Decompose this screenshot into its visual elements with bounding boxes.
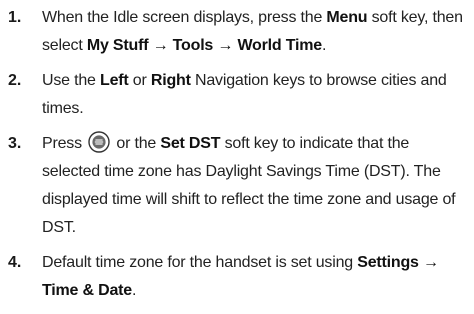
step-text-run: Use the (42, 72, 100, 89)
steps-list: 1. When the Idle screen displays, press … (8, 4, 466, 305)
step-number: 1. (8, 9, 22, 26)
step-number: 4. (8, 254, 22, 271)
step-text-run: . (321, 37, 327, 54)
step-text: Default time zone for the handset is set… (42, 249, 466, 305)
step-2: 2. Use the Left or Right Navigation keys… (8, 67, 466, 123)
step-text: Use the Left or Right Navigation keys to… (42, 67, 466, 123)
step-text: Press or the Set DST soft key to indicat… (42, 130, 466, 242)
step-4: 4. Default time zone for the handset is … (8, 249, 466, 305)
step-text-run: or the (112, 135, 161, 152)
arrow-glyph: → (418, 254, 439, 271)
step-1: 1. When the Idle screen displays, press … (8, 4, 466, 60)
step-text-run: Default time zone for the handset is set… (42, 254, 358, 271)
arrow-glyph: → (213, 37, 238, 54)
step-text-run: Press (42, 135, 87, 152)
step-text-run: . (131, 282, 137, 299)
right-key-label: Right (150, 72, 191, 89)
arrow-glyph: → (148, 37, 173, 54)
step-text: When the Idle screen displays, press the… (42, 4, 466, 60)
step-text-run: When the Idle screen displays, press the (42, 9, 327, 26)
world-time-label: World Time (237, 37, 322, 54)
step-number: 2. (8, 72, 22, 89)
tools-label: Tools (172, 37, 214, 54)
set-dst-label: Set DST (160, 135, 221, 152)
step-3: 3. Press or the Set DST soft key to indi… (8, 130, 466, 242)
settings-label: Settings (357, 254, 419, 271)
step-text-run: or (128, 72, 151, 89)
my-stuff-label: My Stuff (86, 37, 149, 54)
menu-label: Menu (326, 9, 368, 26)
left-key-label: Left (100, 72, 129, 89)
navigation-key-icon (88, 131, 110, 153)
step-number: 3. (8, 135, 22, 152)
time-date-label: Time & Date (42, 282, 132, 299)
instruction-page: 1. When the Idle screen displays, press … (0, 0, 474, 314)
